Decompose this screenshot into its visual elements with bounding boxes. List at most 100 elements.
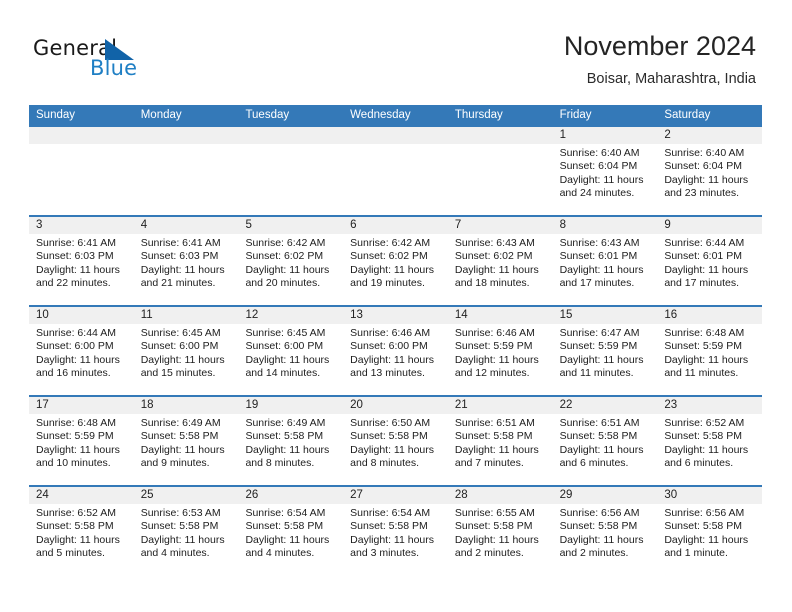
day-cell[interactable]: Sunrise: 6:40 AM Sunset: 6:04 PM Dayligh… (553, 144, 658, 215)
day-cell[interactable]: Sunrise: 6:56 AM Sunset: 5:58 PM Dayligh… (657, 504, 762, 575)
day-number[interactable]: 29 (553, 487, 658, 504)
day-cell[interactable]: Sunrise: 6:56 AM Sunset: 5:58 PM Dayligh… (553, 504, 658, 575)
day-cell[interactable]: Sunrise: 6:41 AM Sunset: 6:03 PM Dayligh… (134, 234, 239, 305)
day-cell[interactable]: Sunrise: 6:42 AM Sunset: 6:02 PM Dayligh… (343, 234, 448, 305)
day-number[interactable] (29, 127, 134, 144)
day-cell[interactable]: Sunrise: 6:48 AM Sunset: 5:59 PM Dayligh… (29, 414, 134, 485)
day-number[interactable]: 12 (238, 307, 343, 324)
day-number[interactable]: 23 (657, 397, 762, 414)
day-cell[interactable]: Sunrise: 6:52 AM Sunset: 5:58 PM Dayligh… (657, 414, 762, 485)
sunrise-text: Sunrise: 6:46 AM (350, 327, 431, 339)
daylight-text-line2: and 3 minutes. (350, 547, 420, 560)
day-cell[interactable]: Sunrise: 6:51 AM Sunset: 5:58 PM Dayligh… (448, 414, 553, 485)
day-number[interactable]: 30 (657, 487, 762, 504)
day-cell[interactable]: Sunrise: 6:42 AM Sunset: 6:02 PM Dayligh… (238, 234, 343, 305)
day-number[interactable]: 27 (343, 487, 448, 504)
page-subtitle-location: Boisar, Maharashtra, India (586, 71, 756, 87)
weekday-header-thursday: Thursday (454, 109, 503, 121)
day-number[interactable]: 26 (238, 487, 343, 504)
sunset-text: Sunset: 6:03 PM (140, 250, 219, 263)
day-cell[interactable]: Sunrise: 6:46 AM Sunset: 5:59 PM Dayligh… (448, 324, 553, 395)
day-cell[interactable]: Sunrise: 6:55 AM Sunset: 5:58 PM Dayligh… (448, 504, 553, 575)
day-number[interactable]: 7 (448, 217, 553, 234)
day-number[interactable]: 11 (134, 307, 239, 324)
daylight-text-line1: Daylight: 11 hours (245, 443, 330, 456)
day-number[interactable]: 22 (553, 397, 658, 414)
day-cell[interactable]: Sunrise: 6:53 AM Sunset: 5:58 PM Dayligh… (134, 504, 239, 575)
day-number[interactable]: 14 (448, 307, 553, 324)
daylight-text-line1: Daylight: 11 hours (559, 443, 644, 456)
sunset-text: Sunset: 6:02 PM (245, 250, 324, 263)
day-number[interactable] (343, 127, 448, 144)
sunrise-text: Sunrise: 6:41 AM (140, 237, 221, 249)
week-row: 24 25 26 27 28 29 30 Sunrise: 6:52 AM Su… (29, 485, 762, 575)
day-number[interactable]: 5 (238, 217, 343, 234)
weekday-header-tuesday: Tuesday (245, 109, 290, 121)
sunset-text: Sunset: 5:59 PM (36, 430, 114, 443)
day-cell[interactable]: Sunrise: 6:52 AM Sunset: 5:58 PM Dayligh… (29, 504, 134, 575)
day-number[interactable]: 4 (134, 217, 239, 234)
daylight-text-line2: and 21 minutes. (140, 277, 216, 290)
day-cell[interactable]: Sunrise: 6:44 AM Sunset: 6:00 PM Dayligh… (29, 324, 134, 395)
day-number[interactable]: 25 (134, 487, 239, 504)
day-number[interactable] (448, 127, 553, 144)
day-number[interactable]: 19 (238, 397, 343, 414)
day-number[interactable]: 9 (657, 217, 762, 234)
day-number[interactable]: 16 (657, 307, 762, 324)
day-cell[interactable]: Sunrise: 6:51 AM Sunset: 5:58 PM Dayligh… (553, 414, 658, 485)
week-daynumber-band: 24 25 26 27 28 29 30 (29, 487, 762, 504)
daylight-text-line2: and 17 minutes. (559, 277, 635, 290)
day-number[interactable]: 17 (29, 397, 134, 414)
day-cell[interactable]: Sunrise: 6:43 AM Sunset: 6:01 PM Dayligh… (553, 234, 658, 305)
day-cell[interactable]: Sunrise: 6:45 AM Sunset: 6:00 PM Dayligh… (134, 324, 239, 395)
day-number[interactable]: 8 (553, 217, 658, 234)
sunrise-text: Sunrise: 6:56 AM (664, 507, 745, 519)
day-number[interactable]: 24 (29, 487, 134, 504)
day-number[interactable] (238, 127, 343, 144)
day-number[interactable]: 15 (553, 307, 658, 324)
day-cell[interactable] (343, 144, 448, 215)
daylight-text-line1: Daylight: 11 hours (350, 443, 435, 456)
sunset-text: Sunset: 5:58 PM (36, 520, 114, 533)
daylight-text-line2: and 24 minutes. (559, 187, 635, 200)
day-cell[interactable]: Sunrise: 6:54 AM Sunset: 5:58 PM Dayligh… (238, 504, 343, 575)
day-cell[interactable] (238, 144, 343, 215)
day-number[interactable]: 3 (29, 217, 134, 234)
day-cell[interactable]: Sunrise: 6:54 AM Sunset: 5:58 PM Dayligh… (343, 504, 448, 575)
day-cell[interactable]: Sunrise: 6:41 AM Sunset: 6:03 PM Dayligh… (29, 234, 134, 305)
general-blue-logo[interactable]: General Blue (33, 36, 233, 86)
day-number[interactable]: 28 (448, 487, 553, 504)
day-number[interactable]: 6 (343, 217, 448, 234)
daylight-text-line2: and 7 minutes. (454, 457, 524, 470)
day-cell[interactable] (134, 144, 239, 215)
day-number[interactable]: 13 (343, 307, 448, 324)
day-number[interactable]: 18 (134, 397, 239, 414)
daylight-text-line2: and 11 minutes. (664, 367, 739, 380)
day-number[interactable]: 10 (29, 307, 134, 324)
day-cell[interactable]: Sunrise: 6:40 AM Sunset: 6:04 PM Dayligh… (657, 144, 762, 215)
day-cell[interactable]: Sunrise: 6:49 AM Sunset: 5:58 PM Dayligh… (238, 414, 343, 485)
day-cell[interactable]: Sunrise: 6:48 AM Sunset: 5:59 PM Dayligh… (657, 324, 762, 395)
daylight-text-line2: and 22 minutes. (36, 277, 111, 290)
day-cell[interactable]: Sunrise: 6:47 AM Sunset: 5:59 PM Dayligh… (553, 324, 658, 395)
day-number[interactable]: 2 (657, 127, 762, 144)
day-number[interactable]: 21 (448, 397, 553, 414)
day-cell[interactable] (29, 144, 134, 215)
sunrise-text: Sunrise: 6:54 AM (350, 507, 431, 519)
day-number[interactable]: 1 (553, 127, 658, 144)
day-cell[interactable]: Sunrise: 6:45 AM Sunset: 6:00 PM Dayligh… (238, 324, 343, 395)
daylight-text-line1: Daylight: 11 hours (140, 353, 225, 366)
day-cell[interactable]: Sunrise: 6:44 AM Sunset: 6:01 PM Dayligh… (657, 234, 762, 305)
daylight-text-line1: Daylight: 11 hours (350, 353, 435, 366)
day-cell[interactable]: Sunrise: 6:43 AM Sunset: 6:02 PM Dayligh… (448, 234, 553, 305)
sunset-text: Sunset: 6:03 PM (36, 250, 114, 263)
sunrise-text: Sunrise: 6:51 AM (559, 417, 640, 429)
day-cell[interactable]: Sunrise: 6:50 AM Sunset: 5:58 PM Dayligh… (343, 414, 448, 485)
day-number[interactable]: 20 (343, 397, 448, 414)
day-cell[interactable]: Sunrise: 6:49 AM Sunset: 5:58 PM Dayligh… (134, 414, 239, 485)
daylight-text-line1: Daylight: 11 hours (36, 533, 120, 546)
weekday-header-friday: Friday (559, 109, 592, 121)
day-number[interactable] (134, 127, 239, 144)
day-cell[interactable] (448, 144, 553, 215)
day-cell[interactable]: Sunrise: 6:46 AM Sunset: 6:00 PM Dayligh… (343, 324, 448, 395)
